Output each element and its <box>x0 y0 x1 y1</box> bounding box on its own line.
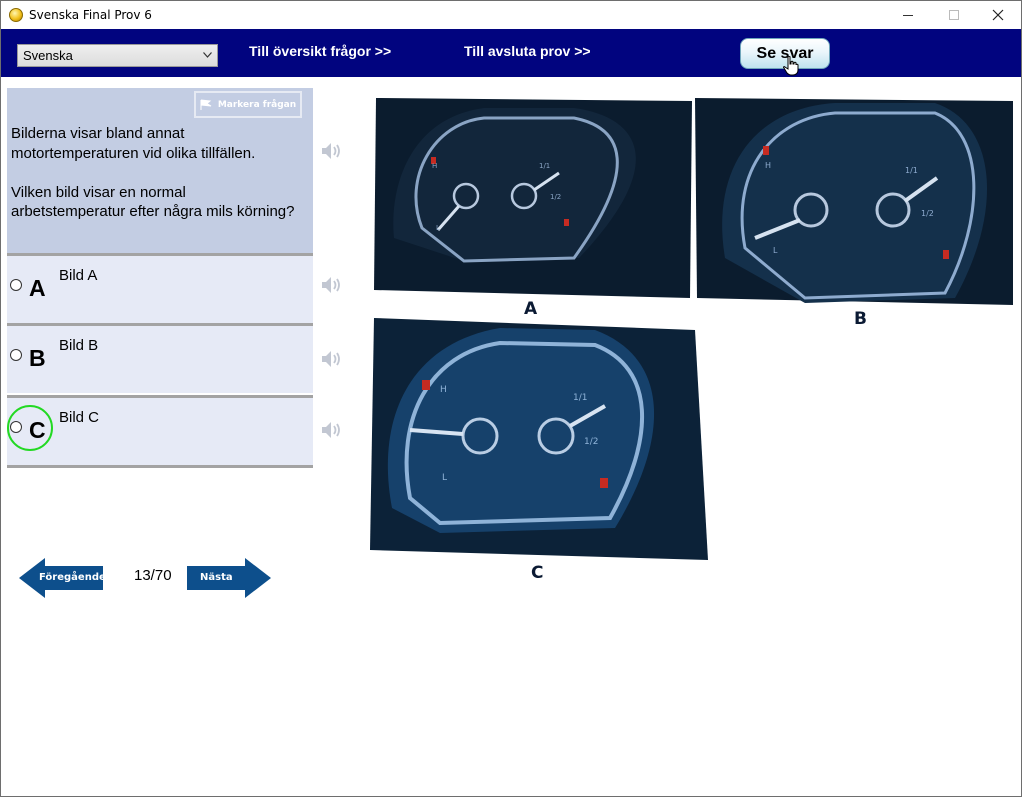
image-b-label: B <box>854 309 867 329</box>
dashboard-gauge-a: H L 1/1 1/2 <box>374 98 692 298</box>
title-bar: Svenska Final Prov 6 <box>1 1 1021 29</box>
next-label: Nästa <box>200 572 233 583</box>
speaker-icon[interactable] <box>319 418 343 442</box>
dashboard-gauge-b: H L 1/1 1/2 <box>695 98 1013 305</box>
mark-question-label: Markera frågan <box>217 99 297 110</box>
gauge-half-mark: 1/2 <box>921 209 934 218</box>
page-counter: 13/70 <box>134 567 172 584</box>
previous-label: Föregående <box>39 572 106 583</box>
gauge-full-mark: 1/1 <box>905 166 918 175</box>
flag-icon <box>200 99 212 110</box>
image-c-label: C <box>531 563 544 583</box>
app-coin-icon <box>9 8 23 22</box>
gauge-cold-mark: L <box>436 224 440 232</box>
chevron-down-icon <box>203 52 212 58</box>
image-a-label: A <box>524 299 538 319</box>
close-icon <box>992 9 1004 21</box>
option-a-radio[interactable] <box>10 279 22 291</box>
language-select[interactable]: Svenska <box>17 44 218 67</box>
gauge-hot-mark: H <box>432 162 437 170</box>
option-b-letter: B <box>29 345 46 371</box>
option-b-text: Bild B <box>59 337 99 354</box>
gauge-full-mark: 1/1 <box>573 393 587 403</box>
maximize-icon <box>949 10 959 20</box>
top-nav-bar: Svenska Till översikt frågor >> Till avs… <box>1 29 1021 77</box>
highlight-circle <box>7 405 53 451</box>
question-text: Bilderna visar bland annat motortemperat… <box>11 125 295 220</box>
close-button[interactable] <box>975 1 1021 29</box>
option-c-text: Bild C <box>59 409 100 426</box>
overview-questions-link[interactable]: Till översikt frågor >> <box>249 43 391 59</box>
speaker-icon[interactable] <box>319 347 343 371</box>
gauge-full-mark: 1/1 <box>539 162 550 170</box>
dashboard-gauge-c: H L 1/1 1/2 <box>370 318 708 560</box>
maximize-button[interactable] <box>931 1 977 29</box>
hand-cursor-icon <box>783 56 799 76</box>
question-panel: Markera frågan Bilderna visar bland anna… <box>7 88 313 254</box>
option-a-letter: A <box>29 275 46 301</box>
gauge-hot-mark: H <box>440 385 447 395</box>
gauge-cold-mark: L <box>442 473 447 483</box>
previous-button[interactable]: Föregående <box>19 558 106 598</box>
dashboard-photo-b: H L 1/1 1/2 <box>685 98 1013 305</box>
language-select-value: Svenska <box>23 48 73 63</box>
gauge-cold-mark: L <box>773 246 778 255</box>
option-b-row[interactable]: B Bild B <box>7 323 313 393</box>
option-b-radio[interactable] <box>10 349 22 361</box>
speaker-icon[interactable] <box>319 273 343 297</box>
dashboard-photo-c: H L 1/1 1/2 <box>370 318 708 560</box>
gauge-half-mark: 1/2 <box>550 193 561 201</box>
gauge-hot-mark: H <box>765 161 771 170</box>
app-window: Svenska Final Prov 6 Svenska Till översi… <box>0 0 1022 797</box>
mark-question-button[interactable]: Markera frågan <box>194 91 302 118</box>
gauge-half-mark: 1/2 <box>584 437 598 447</box>
minimize-button[interactable] <box>885 1 931 29</box>
speaker-icon[interactable] <box>319 139 343 163</box>
next-button[interactable]: Nästa <box>187 558 271 598</box>
minimize-icon <box>903 14 913 16</box>
dashboard-photo-a: H L 1/1 1/2 <box>374 98 692 298</box>
window-title: Svenska Final Prov 6 <box>29 8 152 22</box>
option-a-text: Bild A <box>59 267 98 284</box>
finish-exam-link[interactable]: Till avsluta prov >> <box>464 43 591 59</box>
option-c-row[interactable]: C Bild C <box>7 395 313 468</box>
option-a-row[interactable]: A Bild A <box>7 253 313 323</box>
